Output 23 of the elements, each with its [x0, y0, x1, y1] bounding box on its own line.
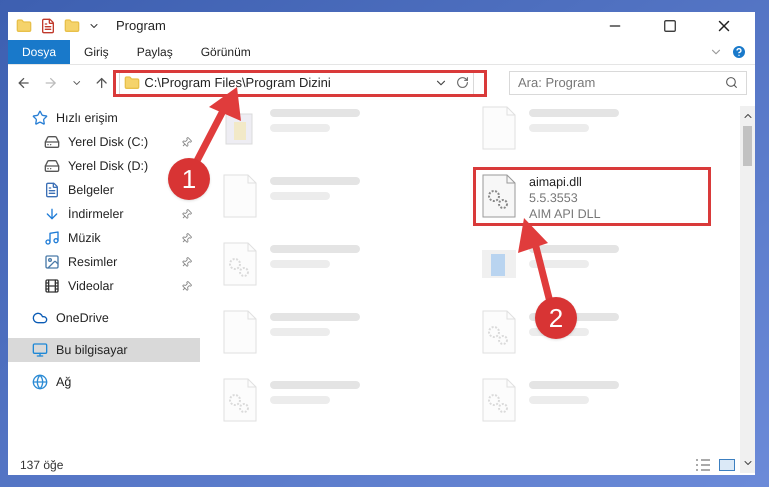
sidebar-item[interactable]: İndirmeler	[8, 202, 200, 226]
file-name: aimapi.dll	[529, 174, 583, 190]
sidebar-item[interactable]: Hızlı erişim	[8, 106, 134, 130]
search-input[interactable]: Ara: Program	[518, 72, 726, 92]
file-detail: AIM API DLL	[529, 206, 601, 222]
address-path: C:\Program Files\Program Dizini	[144, 74, 331, 92]
ribbon-tab[interactable]: Görünüm	[186, 40, 265, 64]
sidebar-item[interactable]: Videolar	[8, 274, 200, 298]
file-detail: 5.5.3553	[529, 190, 579, 206]
sidebar-item[interactable]: Yerel Disk (D:)	[8, 154, 164, 178]
ribbon-tab[interactable]: Giriş	[70, 40, 123, 64]
search-field[interactable]: Ara: Program	[508, 70, 748, 94]
ribbon-tab[interactable]: Paylaş	[122, 40, 187, 64]
sidebar-item[interactable]: Resimler	[8, 250, 200, 274]
sidebar-item[interactable]: Bu bilgisayar	[8, 338, 200, 362]
sidebar-item[interactable]: OneDrive	[8, 306, 125, 330]
sidebar-item[interactable]: Yerel Disk (C:)	[8, 130, 200, 154]
item-count: 137 öğe	[20, 457, 64, 474]
sidebar-item[interactable]: Belgeler	[8, 178, 130, 202]
sidebar-item[interactable]: Ağ	[8, 370, 88, 394]
ribbon-tab[interactable]: Dosya	[8, 40, 70, 64]
window-title: Program	[116, 17, 166, 36]
sidebar-item[interactable]: Müzik	[8, 226, 200, 250]
